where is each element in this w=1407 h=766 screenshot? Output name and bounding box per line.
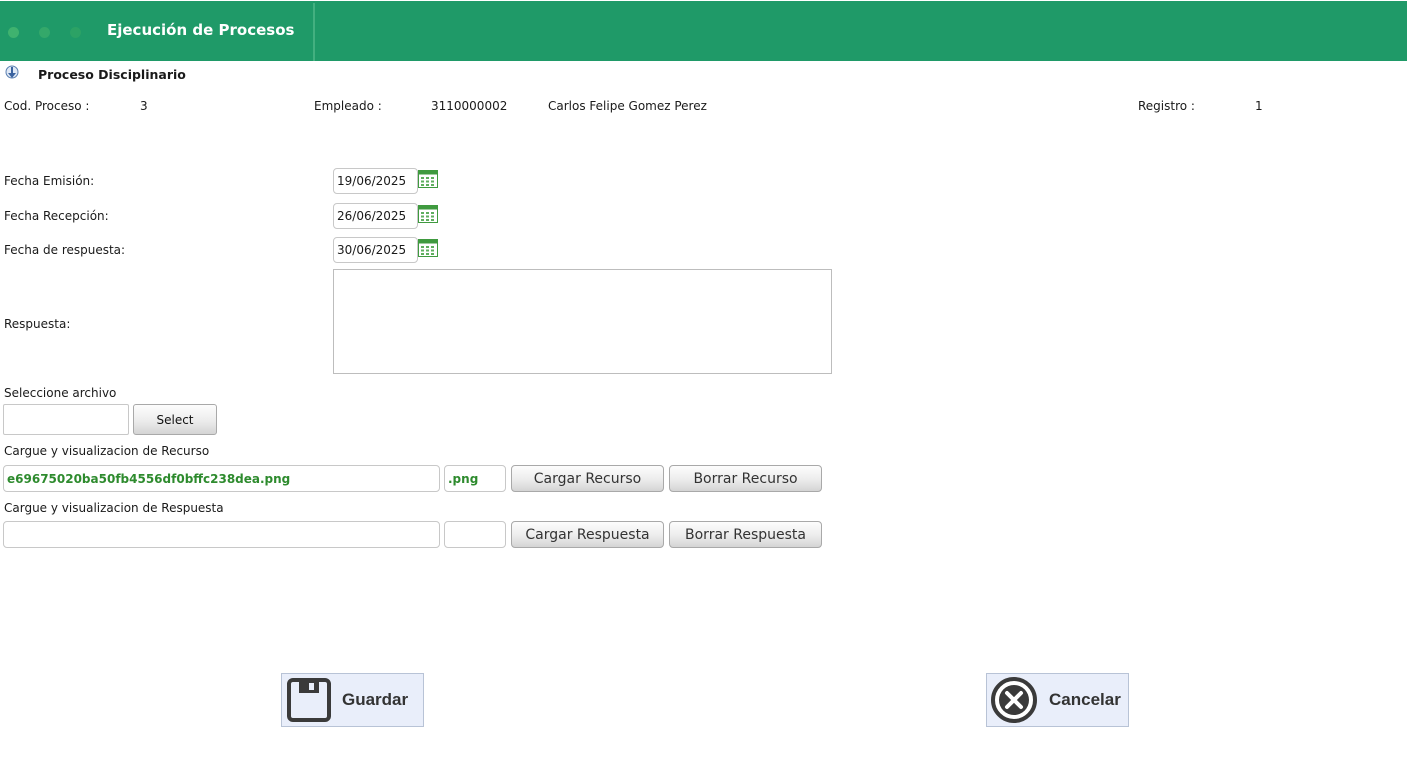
fecha-recepcion-label: Fecha Recepción:: [4, 209, 109, 223]
fecha-recepcion-input[interactable]: 26/06/2025: [333, 203, 418, 229]
respuesta-upload-label: Cargue y visualizacion de Respuesta: [4, 501, 224, 515]
recurso-filename-input[interactable]: e69675020ba50fb4556df0bffc238dea.png: [3, 465, 440, 492]
cargar-recurso-button[interactable]: Cargar Recurso: [511, 465, 664, 492]
cancelar-button[interactable]: Cancelar: [986, 673, 1129, 727]
empleado-name: Carlos Felipe Gomez Perez: [548, 99, 707, 113]
guardar-button[interactable]: Guardar: [281, 673, 424, 727]
guardar-label: Guardar: [342, 690, 409, 709]
calendar-icon[interactable]: [418, 239, 438, 257]
select-file-button[interactable]: Select: [133, 404, 217, 435]
window-dot-1: [8, 27, 19, 38]
fecha-respuesta-input[interactable]: 30/06/2025: [333, 237, 418, 263]
recurso-label: Cargue y visualizacion de Recurso: [4, 444, 210, 458]
empleado-label: Empleado :: [314, 99, 382, 113]
registro-value: 1: [1255, 99, 1263, 113]
registro-label: Registro :: [1138, 99, 1195, 113]
info-download-icon: [4, 65, 20, 81]
recurso-extension-input[interactable]: .png: [444, 465, 506, 492]
seleccione-archivo-label: Seleccione archivo: [4, 386, 117, 400]
header-title: Ejecución de Procesos: [107, 21, 295, 39]
section-title: Proceso Disciplinario: [38, 67, 186, 82]
fecha-emision-label: Fecha Emisión:: [4, 174, 95, 188]
save-icon: [286, 677, 332, 723]
cod-proceso-value: 3: [140, 99, 148, 113]
cancel-icon: [989, 675, 1039, 725]
calendar-icon[interactable]: [418, 205, 438, 223]
respuesta-extension-input[interactable]: [444, 521, 506, 548]
app-header: Ejecución de Procesos: [0, 1, 1407, 61]
cargar-respuesta-button[interactable]: Cargar Respuesta: [511, 521, 664, 548]
cod-proceso-label: Cod. Proceso :: [4, 99, 90, 113]
borrar-recurso-button[interactable]: Borrar Recurso: [669, 465, 822, 492]
respuesta-label: Respuesta:: [4, 317, 71, 331]
window-dot-3: [70, 27, 81, 38]
fecha-emision-input[interactable]: 19/06/2025: [333, 168, 418, 194]
window-dot-2: [39, 27, 50, 38]
respuesta-filename-input[interactable]: [3, 521, 440, 548]
file-path-input[interactable]: [3, 404, 129, 435]
fecha-respuesta-label: Fecha de respuesta:: [4, 243, 126, 257]
respuesta-textarea[interactable]: [333, 269, 832, 374]
header-divider: [313, 3, 315, 61]
borrar-respuesta-button[interactable]: Borrar Respuesta: [669, 521, 822, 548]
calendar-icon[interactable]: [418, 170, 438, 188]
empleado-id: 3110000002: [431, 99, 508, 113]
cancelar-label: Cancelar: [1049, 690, 1121, 709]
